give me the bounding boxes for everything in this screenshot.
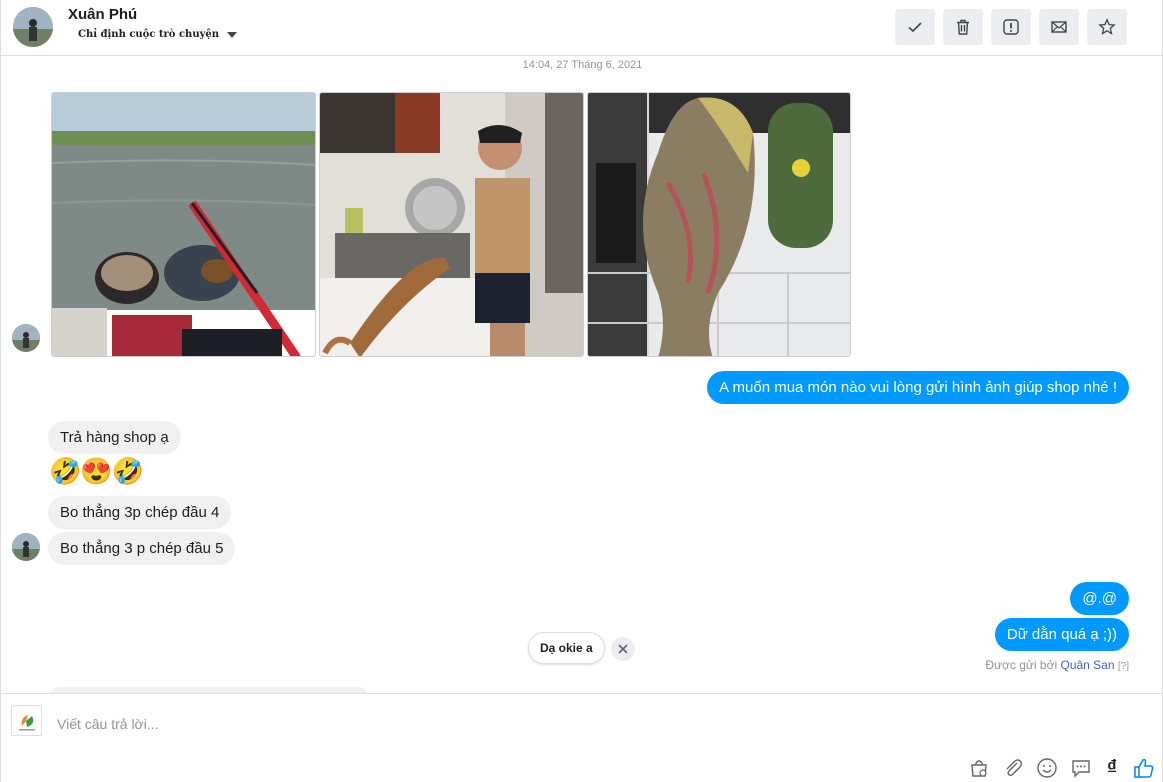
chevron-down-icon: [227, 31, 238, 38]
outgoing-message[interactable]: A muốn mua món nào vui lòng gửi hình ảnh…: [707, 371, 1129, 404]
sender-name-link[interactable]: Quân San: [1060, 658, 1114, 672]
mark-done-button[interactable]: [895, 9, 935, 45]
envelope-icon: [1051, 21, 1067, 33]
mark-unread-button[interactable]: [1039, 9, 1079, 45]
trash-icon: [957, 19, 969, 35]
message-timestamp: 14:04, 27 Tháng 6, 2021: [522, 59, 643, 71]
conversation-header: Xuân Phú Chỉ định cuộc trò chuyện: [1, 0, 1162, 56]
incoming-message[interactable]: Trả hàng shop ạ: [48, 421, 181, 454]
quick-reply-suggestion[interactable]: Dạ okie a: [528, 632, 605, 664]
assign-conversation-dropdown[interactable]: Chỉ định cuộc trò chuyện: [78, 29, 238, 40]
attach-button[interactable]: [1000, 756, 1025, 780]
photo-fishing-lake[interactable]: [51, 92, 316, 357]
outgoing-message[interactable]: @.@: [1070, 582, 1129, 615]
shopping-bag-icon: [970, 760, 987, 777]
help-link[interactable]: [?]: [1118, 661, 1129, 672]
payment-request-button[interactable]: ₫: [1102, 756, 1122, 780]
delete-button[interactable]: [943, 9, 983, 45]
incoming-message[interactable]: Bo thẳng 3 p chép đầu 5: [48, 532, 236, 565]
close-icon: [618, 644, 628, 654]
reply-composer: ₫: [1, 693, 1162, 782]
incoming-message[interactable]: Bo thẳng 3p chép đầu 4: [48, 496, 232, 529]
photo-fish-closeup[interactable]: [587, 92, 851, 357]
composer-tools: ₫: [966, 756, 1156, 780]
header-actions: [895, 9, 1127, 45]
sent-by-info: Được gửi bởi Quân San [?]: [985, 658, 1129, 672]
like-button[interactable]: [1131, 756, 1156, 780]
assign-label: Chỉ định cuộc trò chuyện: [78, 29, 220, 40]
shop-bag-button[interactable]: [966, 756, 991, 780]
photo-man-cleaning-fish[interactable]: [319, 92, 584, 357]
star-icon: [1098, 18, 1116, 35]
check-icon: [908, 22, 922, 33]
dismiss-suggestion-button[interactable]: [611, 637, 635, 661]
chat-bubble-icon: [1071, 760, 1090, 778]
avatar[interactable]: [13, 7, 53, 47]
thumbs-up-icon: [1133, 758, 1153, 778]
saved-replies-button[interactable]: [1068, 756, 1093, 780]
reply-input[interactable]: [57, 710, 937, 738]
alert-icon: [1003, 19, 1019, 35]
star-button[interactable]: [1087, 9, 1127, 45]
outgoing-message[interactable]: Dữ dằn quá ạ ;)): [994, 618, 1129, 651]
page-logo: [11, 705, 42, 736]
sent-by-prefix: Được gửi bởi: [985, 658, 1058, 672]
contact-name[interactable]: Xuân Phú: [68, 6, 137, 23]
report-spam-button[interactable]: [991, 9, 1031, 45]
smiley-icon: [1036, 758, 1057, 778]
avatar[interactable]: [12, 324, 40, 352]
emoji-button[interactable]: [1034, 756, 1059, 780]
paperclip-icon: [1006, 759, 1022, 777]
avatar[interactable]: [12, 533, 40, 561]
emoji-message[interactable]: 🤣😍🤣: [49, 458, 144, 484]
messenger-inbox: Xuân Phú Chỉ định cuộc trò chuyện 14:04,…: [0, 0, 1163, 782]
